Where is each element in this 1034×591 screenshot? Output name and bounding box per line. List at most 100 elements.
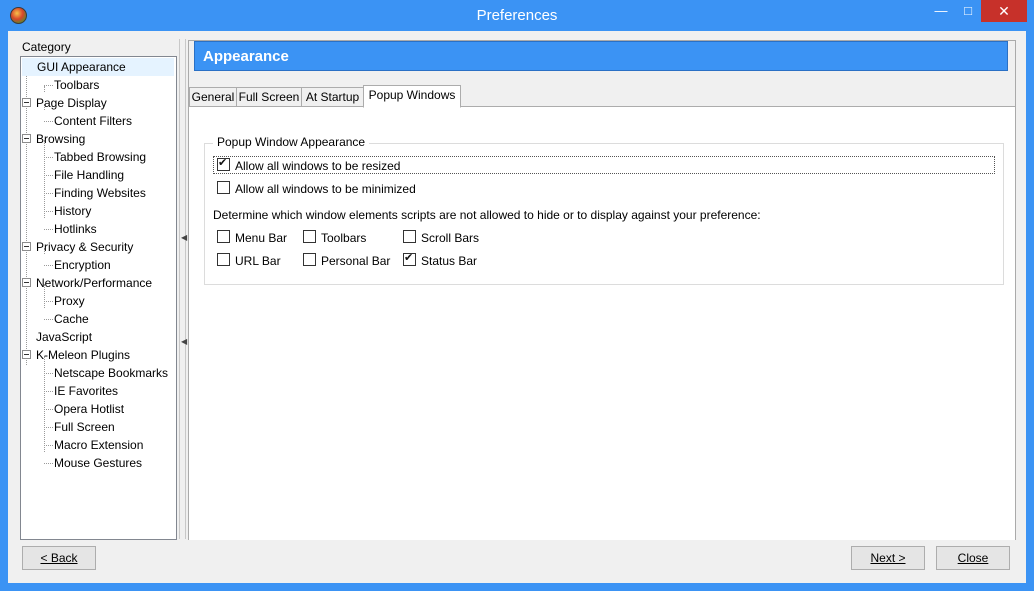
tree-connector	[44, 229, 53, 230]
collapse-toggle-icon[interactable]	[22, 278, 31, 287]
toolbars-label[interactable]: Toolbars	[321, 231, 366, 245]
tree-item[interactable]: Macro Extension	[54, 436, 143, 454]
back-button-label: < Back	[40, 551, 78, 565]
scroll-bars-label[interactable]: Scroll Bars	[421, 231, 479, 245]
allow-minimize-label[interactable]: Allow all windows to be minimized	[235, 182, 416, 196]
popup-appearance-group: Popup Window Appearance Allow all window…	[204, 135, 1004, 285]
back-button[interactable]: < Back	[22, 546, 96, 570]
tree-item[interactable]: IE Favorites	[54, 382, 118, 400]
tree-item[interactable]: Page Display	[36, 94, 107, 112]
category-tree[interactable]: GUI Appearance Toolbars Page Display Conten…	[20, 56, 177, 540]
tree-item[interactable]: K-Meleon Plugins	[36, 346, 130, 364]
collapse-toggle-icon[interactable]	[22, 242, 31, 251]
collapse-arrow-icon[interactable]: ◀	[181, 233, 187, 242]
menu-bar-checkbox[interactable]	[217, 230, 230, 243]
tree-connector	[44, 427, 53, 428]
window-title: Preferences	[476, 7, 558, 24]
title-bar[interactable]: Preferences — □ ✕	[0, 0, 1034, 31]
tab-at-startup[interactable]: At Startup	[301, 87, 364, 108]
tree-item[interactable]: History	[54, 202, 91, 220]
tree-item-label: Mouse Gestures	[54, 456, 143, 470]
tree-item-label: Finding Websites	[54, 186, 146, 200]
tree-item[interactable]: Mouse Gestures	[54, 454, 142, 472]
tree-connector	[44, 391, 53, 392]
tree-item-label: History	[54, 204, 92, 218]
url-bar-label[interactable]: URL Bar	[235, 254, 281, 268]
close-window-button[interactable]: ✕	[981, 0, 1027, 22]
toolbars-checkbox[interactable]	[303, 230, 316, 243]
personal-bar-label[interactable]: Personal Bar	[321, 254, 390, 268]
tree-item-label: Tabbed Browsing	[54, 150, 147, 164]
maximize-button[interactable]: □	[955, 0, 981, 22]
tree-item-label: Full Screen	[54, 420, 115, 434]
tree-item-label: Content Filters	[54, 114, 133, 128]
tree-item-label: Proxy	[54, 294, 85, 308]
tree-connector	[44, 463, 53, 464]
tree-item-label: Netscape Bookmarks	[54, 366, 169, 380]
allow-resize-label[interactable]: Allow all windows to be resized	[235, 159, 400, 173]
tree-item[interactable]: Finding Websites	[54, 184, 146, 202]
tree-item-label: Encryption	[54, 258, 111, 272]
tree-connector	[44, 157, 53, 158]
pane-splitter[interactable]: ◀ ◀	[178, 39, 187, 539]
splitter-line	[185, 39, 186, 539]
panel-header: Appearance	[194, 41, 1008, 71]
tree-item-label: Toolbars	[54, 78, 100, 92]
tree-connector	[44, 193, 53, 194]
splitter-line	[179, 39, 180, 539]
next-button-label: Next >	[870, 551, 906, 565]
tree-branch-line	[44, 140, 45, 218]
tree-item[interactable]: GUI Appearance	[22, 58, 174, 76]
collapse-arrow-icon[interactable]: ◀	[181, 337, 187, 346]
tree-item[interactable]: Network/Performance	[36, 274, 152, 292]
tree-item-label: Opera Hotlist	[54, 402, 125, 416]
tree-connector	[44, 301, 53, 302]
tree-branch-line	[44, 86, 45, 92]
tree-item[interactable]: Encryption	[54, 256, 111, 274]
allow-resize-checkbox[interactable]	[217, 156, 230, 171]
tree-item[interactable]: Opera Hotlist	[54, 400, 124, 418]
close-button-label: Close	[957, 551, 989, 565]
instruction-text: Determine which window elements scripts …	[213, 208, 761, 222]
tree-item[interactable]: Hotlinks	[54, 220, 97, 238]
tree-item[interactable]: Full Screen	[54, 418, 115, 436]
url-bar-checkbox[interactable]	[217, 253, 230, 266]
tab-popup-windows[interactable]: Popup Windows	[363, 85, 461, 108]
tree-item-label: Macro Extension	[54, 438, 144, 452]
scroll-bars-checkbox[interactable]	[403, 230, 416, 243]
tree-item[interactable]: Cache	[54, 310, 89, 328]
menu-bar-label[interactable]: Menu Bar	[235, 231, 287, 245]
collapse-toggle-icon[interactable]	[22, 98, 31, 107]
tree-item[interactable]: Browsing	[36, 130, 85, 148]
tree-item[interactable]: File Handling	[54, 166, 124, 184]
tree-item[interactable]: Content Filters	[54, 112, 132, 130]
tree-item-label: JavaScript	[36, 330, 93, 344]
tree-connector	[44, 373, 53, 374]
tree-item[interactable]: Netscape Bookmarks	[54, 364, 168, 382]
tree-item[interactable]: Tabbed Browsing	[54, 148, 146, 166]
tab-general[interactable]: General	[189, 87, 237, 108]
settings-panel: Appearance General Full Screen At Startu…	[188, 40, 1016, 540]
tree-item-label: K-Meleon Plugins	[36, 348, 131, 362]
next-button[interactable]: Next >	[851, 546, 925, 570]
group-title: Popup Window Appearance	[213, 135, 370, 149]
minimize-button[interactable]: —	[928, 0, 954, 22]
status-bar-label[interactable]: Status Bar	[421, 254, 477, 268]
tree-item[interactable]: Proxy	[54, 292, 85, 310]
personal-bar-checkbox[interactable]	[303, 253, 316, 266]
tree-item-label: Hotlinks	[54, 222, 97, 236]
allow-minimize-checkbox[interactable]	[217, 181, 230, 194]
status-bar-checkbox[interactable]	[403, 251, 416, 266]
dialog-client: Category GUI Appearance Toolbars Page Disp…	[8, 31, 1026, 583]
tree-item[interactable]: Toolbars	[54, 76, 99, 94]
collapse-toggle-icon[interactable]	[22, 350, 31, 359]
tree-item[interactable]: JavaScript	[36, 328, 92, 346]
tab-full-screen[interactable]: Full Screen	[236, 87, 302, 108]
tree-branch-line	[44, 356, 45, 452]
tree-item[interactable]: Privacy & Security	[36, 238, 133, 256]
close-button[interactable]: Close	[936, 546, 1010, 570]
collapse-toggle-icon[interactable]	[22, 134, 31, 143]
tree-item-label: Privacy & Security	[36, 240, 134, 254]
tree-item-label: Network/Performance	[36, 276, 153, 290]
tree-connector	[44, 175, 53, 176]
